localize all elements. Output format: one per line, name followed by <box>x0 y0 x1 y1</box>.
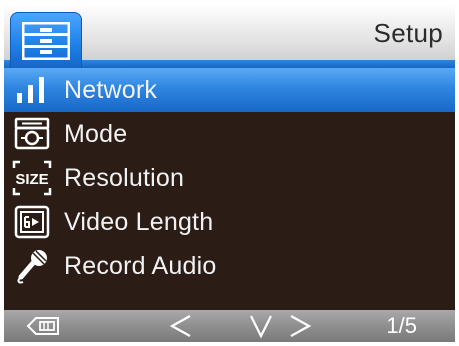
menu-item-label: Mode <box>64 119 128 148</box>
menu-item-label: Record Audio <box>64 251 217 280</box>
footer-bar: 1/5 <box>4 310 455 342</box>
settings-menu: Network Mode SIZE Resolution Video Lengt… <box>4 68 455 310</box>
menu-item-label: Network <box>64 75 158 104</box>
menu-item-network[interactable]: Network <box>4 68 455 112</box>
left-button[interactable] <box>168 310 194 342</box>
size-icon: SIZE <box>8 156 56 200</box>
back-button[interactable] <box>26 310 60 342</box>
menu-item-mode[interactable]: Mode <box>4 112 455 156</box>
down-arrow-icon <box>250 315 272 339</box>
menu-item-resolution[interactable]: SIZE Resolution <box>4 156 455 200</box>
down-button[interactable] <box>248 310 274 342</box>
settings-list-icon <box>22 22 70 60</box>
settings-tab[interactable] <box>10 12 82 69</box>
header-bar: Setup <box>4 4 455 69</box>
microphone-icon <box>8 244 56 288</box>
camera-screen: Setup Network Mode SIZE Resolution Video… <box>4 4 455 342</box>
back-icon <box>26 317 59 335</box>
page-indicator: 1/5 <box>386 313 417 338</box>
signal-bars-icon <box>8 68 56 112</box>
menu-item-label: Video Length <box>64 207 214 236</box>
svg-text:SIZE: SIZE <box>15 171 48 188</box>
camera-mode-icon <box>8 112 56 156</box>
video-length-icon <box>8 200 56 244</box>
menu-item-video-length[interactable]: Video Length <box>4 200 455 244</box>
page-title: Setup <box>373 18 443 48</box>
right-arrow-icon <box>290 315 312 337</box>
menu-item-label: Resolution <box>64 163 185 192</box>
menu-item-record-audio[interactable]: Record Audio <box>4 244 455 288</box>
right-button[interactable] <box>287 310 313 342</box>
left-arrow-icon <box>169 315 191 337</box>
